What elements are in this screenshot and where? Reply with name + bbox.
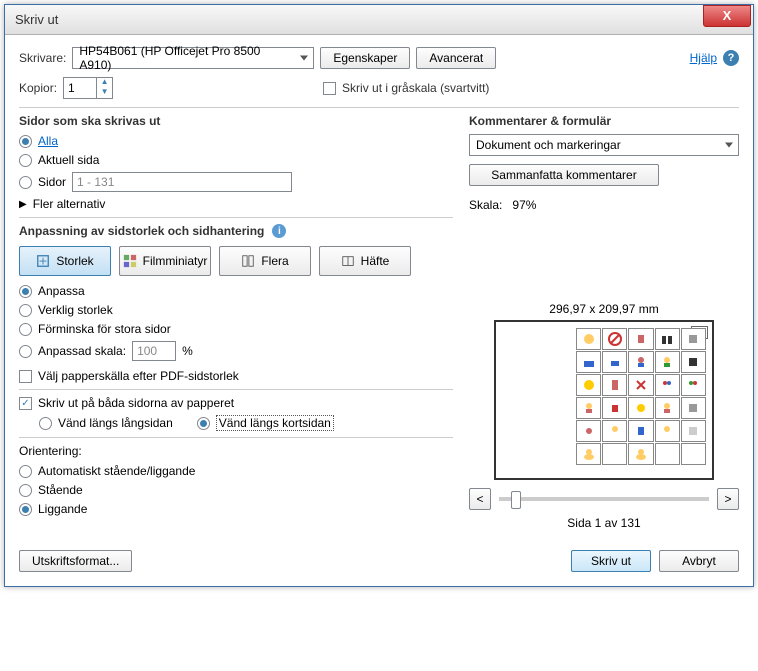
titlebar: Skriv ut X: [5, 5, 753, 35]
book-icon: [341, 254, 355, 268]
long-edge-radio[interactable]: [39, 417, 52, 430]
properties-button[interactable]: Egenskaper: [320, 47, 410, 69]
pages-all-radio[interactable]: [19, 135, 32, 148]
shrink-label: Förminska för stora sidor: [38, 322, 171, 336]
long-edge-label: Vänd längs långsidan: [58, 416, 173, 430]
custom-radio[interactable]: [19, 345, 32, 358]
help-icon[interactable]: ?: [723, 50, 739, 66]
cancel-button[interactable]: Avbryt: [659, 550, 739, 572]
multi-icon: [241, 254, 255, 268]
scale-label: Skala:: [469, 198, 502, 212]
copies-input[interactable]: [64, 78, 96, 98]
short-edge-radio[interactable]: [197, 417, 210, 430]
dialog-content: Skrivare: HP54B061 (HP Officejet Pro 850…: [5, 35, 753, 542]
comments-title: Kommentarer & formulär: [469, 114, 739, 128]
duplex-checkbox[interactable]: ✓: [19, 397, 32, 410]
next-page-button[interactable]: >: [717, 488, 739, 510]
pages-range-radio[interactable]: [19, 176, 32, 189]
multiple-button[interactable]: Flera: [219, 246, 311, 276]
custom-scale-input[interactable]: [132, 341, 176, 361]
shrink-radio[interactable]: [19, 323, 32, 336]
thumbnail-button[interactable]: Filmminiatyr: [119, 246, 211, 276]
fit-radio[interactable]: [19, 285, 32, 298]
pages-section-title: Sidor som ska skrivas ut: [19, 114, 453, 128]
size-button[interactable]: Storlek: [19, 246, 111, 276]
more-options-label[interactable]: Fler alternativ: [33, 197, 106, 211]
preview-grid: [576, 328, 706, 465]
custom-label: Anpassad skala:: [38, 344, 126, 358]
grid-icon: [123, 254, 137, 268]
portrait-radio[interactable]: [19, 484, 32, 497]
landscape-label: Liggande: [38, 502, 87, 516]
advanced-button[interactable]: Avancerat: [416, 47, 496, 69]
orientation-title: Orientering:: [19, 444, 453, 458]
fit-label: Anpassa: [38, 284, 85, 298]
printer-select[interactable]: HP54B061 (HP Officejet Pro 8500 A910): [72, 47, 314, 69]
percent-label: %: [182, 344, 193, 358]
copies-down[interactable]: ▼: [97, 88, 112, 98]
pages-all-label: Alla: [38, 134, 58, 148]
booklet-button[interactable]: Häfte: [319, 246, 411, 276]
expand-icon[interactable]: ▶: [19, 199, 27, 210]
pages-range-label: Sidor: [38, 175, 66, 189]
paper-source-checkbox[interactable]: [19, 370, 32, 383]
paper-source-label: Välj papperskälla efter PDF-sidstorlek: [38, 369, 239, 383]
help-link[interactable]: Hjälp: [690, 51, 717, 65]
size-icon: [36, 254, 50, 268]
page-nav-label: Sida 1 av 131: [469, 516, 739, 530]
duplex-label: Skriv ut på båda sidorna av papperet: [38, 396, 234, 410]
summarize-button[interactable]: Sammanfatta kommentarer: [469, 164, 659, 186]
copies-label: Kopior:: [19, 81, 57, 95]
grayscale-label: Skriv ut i gråskala (svartvitt): [342, 81, 489, 95]
actual-radio[interactable]: [19, 304, 32, 317]
page-setup-button[interactable]: Utskriftsformat...: [19, 550, 132, 572]
scale-value: 97%: [512, 198, 536, 212]
window-title: Skriv ut: [15, 12, 703, 27]
printer-value: HP54B061 (HP Officejet Pro 8500 A910): [79, 44, 291, 72]
auto-orient-radio[interactable]: [19, 465, 32, 478]
comments-select[interactable]: Dokument och markeringar: [469, 134, 739, 156]
info-icon[interactable]: i: [272, 224, 286, 238]
preview-dimensions: 296,97 x 209,97 mm: [469, 302, 739, 316]
pages-current-label: Aktuell sida: [38, 153, 99, 167]
short-edge-label: Vänd längs kortsidan: [216, 415, 334, 431]
pages-range-input[interactable]: [72, 172, 292, 192]
actual-label: Verklig storlek: [38, 303, 113, 317]
comments-value: Dokument och markeringar: [476, 138, 621, 152]
close-button[interactable]: X: [703, 5, 751, 27]
prev-page-button[interactable]: <: [469, 488, 491, 510]
printer-label: Skrivare:: [19, 51, 66, 65]
pages-current-radio[interactable]: [19, 154, 32, 167]
grayscale-checkbox[interactable]: [323, 82, 336, 95]
page-slider[interactable]: [499, 497, 709, 501]
preview-box: 1a: [494, 320, 714, 480]
portrait-label: Stående: [38, 483, 83, 497]
landscape-radio[interactable]: [19, 503, 32, 516]
sizing-title: Anpassning av sidstorlek och sidhanterin…: [19, 224, 264, 238]
print-button[interactable]: Skriv ut: [571, 550, 651, 572]
auto-orient-label: Automatiskt stående/liggande: [38, 464, 195, 478]
copies-spinbox[interactable]: ▲ ▼: [63, 77, 113, 99]
